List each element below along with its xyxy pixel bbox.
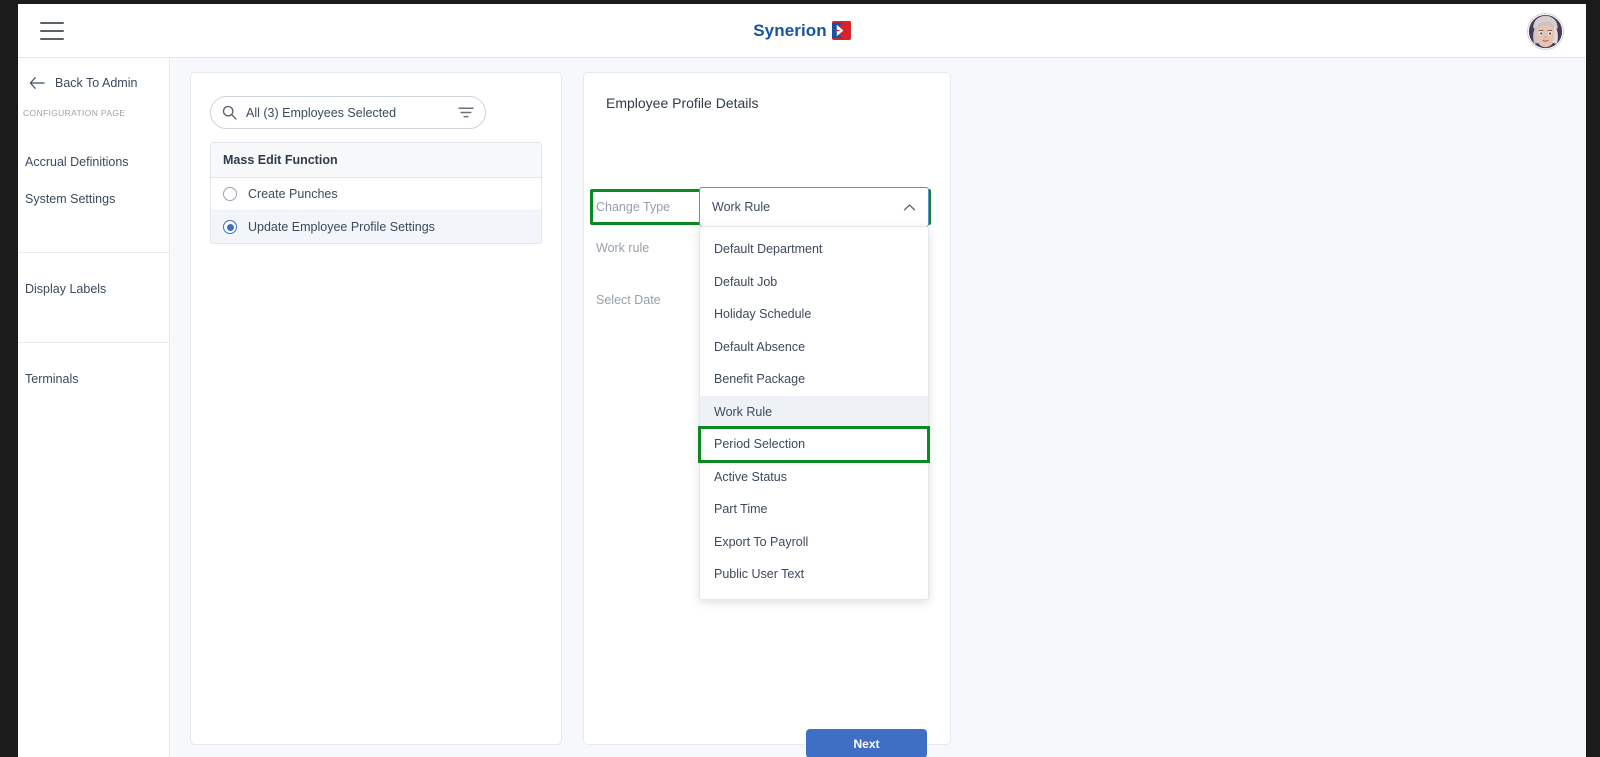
select-date-label: Select Date (596, 293, 661, 307)
dropdown-option-benefit-package[interactable]: Benefit Package (700, 363, 928, 396)
list-item-label: Update Employee Profile Settings (248, 220, 435, 234)
dropdown-option-work-rule[interactable]: Work Rule (700, 395, 928, 428)
dropdown-option-label: Default Absence (714, 339, 806, 354)
dropdown-option-default-absence[interactable]: Default Absence (700, 330, 928, 363)
dropdown-option-period-selection[interactable]: Period Selection (698, 426, 930, 463)
list-item-label: Create Punches (248, 187, 338, 201)
sidebar-item-label: System Settings (25, 192, 116, 206)
arrow-left-icon (29, 77, 45, 89)
list-item-create-punches[interactable]: Create Punches (211, 178, 541, 211)
work-rule-label: Work rule (596, 241, 650, 255)
search-icon (222, 105, 237, 120)
dropdown-option-label: Benefit Package (714, 372, 806, 386)
dropdown-option-label: Export To Payroll (714, 534, 809, 549)
dropdown-option-holiday-schedule[interactable]: Holiday Schedule (700, 298, 928, 331)
sidebar: Back To Admin CONFIGURATION PAGE Accrual… (18, 58, 170, 757)
dropdown-option-label: Part Time (714, 502, 768, 516)
chevron-up-icon[interactable] (903, 203, 916, 212)
dropdown-option-public-user-text[interactable]: Public User Text (700, 558, 928, 591)
filter-icon[interactable] (458, 106, 474, 119)
back-to-admin-button[interactable]: Back To Admin (18, 58, 169, 90)
dropdown-option-label: Default Job (714, 274, 778, 289)
mass-edit-function-list: Mass Edit Function Create Punches Update… (210, 142, 542, 244)
radio-button-selected-icon[interactable] (223, 220, 237, 234)
dropdown-option-label: Period Selection (714, 437, 806, 451)
avatar[interactable] (1527, 13, 1564, 50)
page-title: Employee Profile Details (606, 95, 759, 111)
next-button[interactable]: Next (806, 729, 927, 757)
dropdown-option-part-time[interactable]: Part Time (700, 493, 928, 526)
main-content: All (3) Employees Selected Mass Edit Fun… (171, 58, 1586, 757)
hamburger-menu-icon[interactable] (40, 21, 64, 40)
brand-logo: Synerion (18, 4, 1586, 57)
change-type-selected-value: Work Rule (712, 200, 771, 214)
mass-edit-card: All (3) Employees Selected Mass Edit Fun… (190, 72, 562, 745)
employee-search-field[interactable]: All (3) Employees Selected (210, 96, 486, 129)
employee-profile-details-card: Employee Profile Details Change Type Wor… (583, 72, 951, 757)
dropdown-option-label: Work Rule (714, 404, 773, 419)
radio-button-icon[interactable] (223, 187, 237, 201)
sidebar-item-label: Terminals (25, 372, 79, 386)
window-frame-left (0, 0, 18, 757)
sidebar-item-label: Accrual Definitions (25, 155, 129, 169)
dropdown-option-active-status[interactable]: Active Status (700, 460, 928, 493)
synerion-logo-mark-icon (831, 21, 851, 40)
window-frame-right (1586, 0, 1600, 757)
dropdown-option-default-department[interactable]: Default Department (700, 233, 928, 266)
app-root: Synerion Back To Admin CONFIGURATION PAG… (0, 0, 1600, 757)
brand-name: Synerion (753, 20, 827, 40)
sidebar-item-display-labels[interactable]: Display Labels (18, 271, 169, 308)
sidebar-group-configuration: Accrual Definitions System Settings (18, 118, 169, 236)
dropdown-option-default-job[interactable]: Default Job (700, 265, 928, 298)
change-type-label: Change Type (596, 200, 671, 214)
sidebar-section-caption: CONFIGURATION PAGE (23, 108, 126, 118)
avatar-image (1527, 13, 1564, 50)
mass-edit-function-header: Mass Edit Function (211, 143, 541, 178)
change-type-dropdown-menu: Default Department Default Job Holiday S… (698, 226, 930, 600)
dropdown-option-export-to-payroll[interactable]: Export To Payroll (700, 525, 928, 558)
dropdown-option-label: Public User Text (714, 567, 805, 581)
back-to-admin-label: Back To Admin (55, 76, 138, 90)
sidebar-item-accrual-definitions[interactable]: Accrual Definitions (18, 144, 169, 181)
sidebar-group-terminals: Terminals (18, 342, 169, 398)
search-input[interactable]: All (3) Employees Selected (246, 106, 458, 120)
sidebar-item-system-settings[interactable]: System Settings (18, 181, 169, 218)
dropdown-option-label: Active Status (714, 469, 787, 484)
change-type-select[interactable]: Work Rule (699, 187, 929, 227)
sidebar-item-label: Display Labels (25, 282, 107, 296)
dropdown-option-label: Default Department (714, 242, 823, 256)
sidebar-item-terminals[interactable]: Terminals (18, 361, 169, 398)
sidebar-group-display: Display Labels (18, 252, 169, 326)
list-item-update-employee-profile-settings[interactable]: Update Employee Profile Settings (211, 211, 541, 243)
top-bar: Synerion (18, 4, 1586, 58)
dropdown-option-label: Holiday Schedule (714, 307, 812, 321)
